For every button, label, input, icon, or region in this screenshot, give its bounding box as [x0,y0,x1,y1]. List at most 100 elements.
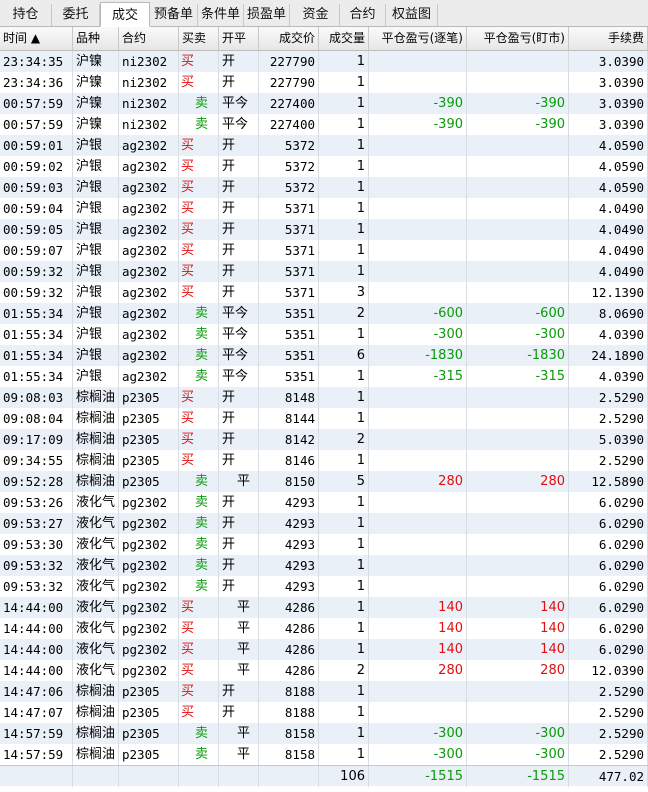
table-row[interactable]: 01:55:34 沪银 ag2302 卖平今 5351 2 -600 -600 8.0690 [0,303,648,324]
column-header-price[interactable]: 成交价 [259,27,319,50]
column-header-contract[interactable]: 合约 [119,27,179,50]
cell-pnl-per-trade [369,702,467,723]
table-row[interactable]: 00:59:32 沪银 ag2302 买开 5371 3 12.1390 [0,282,648,303]
tab-stop-orders[interactable]: 损盈单 [244,4,290,26]
table-row[interactable]: 00:59:01 沪银 ag2302 买开 5372 1 4.0590 [0,135,648,156]
cell-product: 沪银 [73,303,119,324]
cell-pnl-per-trade: 140 [369,639,467,660]
cell-time: 09:53:32 [0,576,73,597]
tab-contracts[interactable]: 合约 [340,4,386,26]
cell-offset: 开 [219,387,259,408]
cell-offset: 开 [219,219,259,240]
cell-contract: ag2302 [119,261,179,282]
table-row[interactable]: 00:59:04 沪银 ag2302 买开 5371 1 4.0490 [0,198,648,219]
cell-time: 01:55:34 [0,324,73,345]
cell-fee: 8.0690 [569,303,648,324]
tab-orders[interactable]: 委托 [52,4,100,26]
table-row[interactable]: 00:59:32 沪银 ag2302 买开 5371 1 4.0490 [0,261,648,282]
table-row[interactable]: 09:08:03 棕榈油 p2305 买开 8148 1 2.5290 [0,387,648,408]
total-fee: 477.02 [569,766,648,787]
column-header-quantity[interactable]: 成交量 [319,27,369,50]
table-row[interactable]: 09:08:04 棕榈油 p2305 买开 8144 1 2.5290 [0,408,648,429]
cell-price: 4293 [259,492,319,513]
tab-trades[interactable]: 成交 [100,2,150,27]
table-row[interactable]: 14:47:07 棕榈油 p2305 买开 8188 1 2.5290 [0,702,648,723]
table-row[interactable]: 14:47:06 棕榈油 p2305 买开 8188 1 2.5290 [0,681,648,702]
cell-offset: 开 [219,51,259,72]
table-row[interactable]: 09:53:30 液化气 pg2302 卖开 4293 1 6.0290 [0,534,648,555]
cell-price: 5351 [259,366,319,387]
cell-quantity: 1 [319,387,369,408]
table-row[interactable]: 00:57:59 沪镍 ni2302 卖平今 227400 1 -390 -390 3.0390 [0,93,648,114]
cell-pnl-per-trade [369,219,467,240]
cell-price: 5371 [259,282,319,303]
table-row[interactable]: 14:57:59 棕榈油 p2305 卖平 8158 1 -300 -300 2.5290 [0,723,648,744]
column-header-fee[interactable]: 手续费 [569,27,648,50]
cell-quantity: 2 [319,429,369,450]
cell-product: 沪镍 [73,93,119,114]
cell-fee: 6.0290 [569,597,648,618]
table-row[interactable]: 09:17:09 棕榈油 p2305 买开 8142 2 5.0390 [0,429,648,450]
table-row[interactable]: 01:55:34 沪银 ag2302 卖平今 5351 1 -300 -300 4.0390 [0,324,648,345]
table-row[interactable]: 23:34:35 沪镍 ni2302 买开 227790 1 3.0390 [0,51,648,72]
cell-offset: 开 [219,513,259,534]
table-row[interactable]: 14:44:00 液化气 pg2302 买平 4286 1 140 140 6.0290 [0,618,648,639]
table-row[interactable]: 09:34:55 棕榈油 p2305 买开 8146 1 2.5290 [0,450,648,471]
cell-side: 买 [179,282,219,303]
cell-side: 卖 [179,114,219,135]
cell-contract: pg2302 [119,534,179,555]
cell-pnl-per-trade: -600 [369,303,467,324]
table-row[interactable]: 00:59:02 沪银 ag2302 买开 5372 1 4.0590 [0,156,648,177]
tab-equity-chart[interactable]: 权益图 [386,4,438,26]
cell-product: 棕榈油 [73,702,119,723]
cell-time: 01:55:34 [0,345,73,366]
table-row[interactable]: 00:57:59 沪镍 ni2302 卖平今 227400 1 -390 -390 3.0390 [0,114,648,135]
cell-pnl-mark-to-market [467,450,569,471]
cell-time: 14:47:06 [0,681,73,702]
table-row[interactable]: 09:53:27 液化气 pg2302 卖开 4293 1 6.0290 [0,513,648,534]
total-quantity: 106 [319,766,369,787]
tab-positions[interactable]: 持仓 [0,4,52,26]
cell-offset: 平今 [219,93,259,114]
cell-quantity: 1 [319,639,369,660]
tab-funds[interactable]: 资金 [292,4,340,26]
column-header-product[interactable]: 品种 [73,27,119,50]
table-row[interactable]: 09:53:26 液化气 pg2302 卖开 4293 1 6.0290 [0,492,648,513]
column-header-offset[interactable]: 开平 [219,27,259,50]
table-row[interactable]: 14:44:00 液化气 pg2302 买平 4286 1 140 140 6.0290 [0,639,648,660]
cell-contract: ni2302 [119,114,179,135]
column-header-time[interactable]: 时间 ▲ [0,27,73,50]
table-row[interactable]: 09:52:28 棕榈油 p2305 卖平 8150 5 280 280 12.5890 [0,471,648,492]
cell-fee: 4.0490 [569,198,648,219]
table-row[interactable]: 14:57:59 棕榈油 p2305 卖平 8158 1 -300 -300 2.5290 [0,744,648,765]
table-row[interactable]: 01:55:34 沪银 ag2302 卖平今 5351 1 -315 -315 4.0390 [0,366,648,387]
table-row[interactable]: 14:44:00 液化气 pg2302 买平 4286 1 140 140 6.0290 [0,597,648,618]
cell-quantity: 1 [319,240,369,261]
table-row[interactable]: 09:53:32 液化气 pg2302 卖开 4293 1 6.0290 [0,576,648,597]
tab-prepared-orders[interactable]: 预备单 [150,4,198,26]
tab-conditional-orders[interactable]: 条件单 [198,4,244,26]
table-row[interactable]: 01:55:34 沪银 ag2302 卖平今 5351 6 -1830 -1830 24.189… [0,345,648,366]
column-header-pnl-per-trade[interactable]: 平仓盈亏(逐笔) [369,27,467,50]
cell-pnl-per-trade [369,51,467,72]
cell-offset: 平 [219,471,259,492]
cell-pnl-mark-to-market: -315 [467,366,569,387]
table-row[interactable]: 23:34:36 沪镍 ni2302 买开 227790 1 3.0390 [0,72,648,93]
cell-price: 227400 [259,93,319,114]
table-row[interactable]: 00:59:03 沪银 ag2302 买开 5372 1 4.0590 [0,177,648,198]
cell-contract: ag2302 [119,177,179,198]
cell-contract: ni2302 [119,51,179,72]
table-row[interactable]: 14:44:00 液化气 pg2302 买平 4286 2 280 280 12.0390 [0,660,648,681]
cell-quantity: 1 [319,135,369,156]
column-header-pnl-mark-to-market[interactable]: 平仓盈亏(盯市) [467,27,569,50]
cell-quantity: 1 [319,156,369,177]
cell-quantity: 1 [319,555,369,576]
cell-pnl-mark-to-market [467,513,569,534]
table-row[interactable]: 00:59:05 沪银 ag2302 买开 5371 1 4.0490 [0,219,648,240]
cell-contract: pg2302 [119,639,179,660]
column-header-side[interactable]: 买卖 [179,27,219,50]
table-row[interactable]: 00:59:07 沪银 ag2302 买开 5371 1 4.0490 [0,240,648,261]
table-row[interactable]: 09:53:32 液化气 pg2302 卖开 4293 1 6.0290 [0,555,648,576]
cell-pnl-per-trade: -300 [369,744,467,765]
cell-contract: pg2302 [119,576,179,597]
